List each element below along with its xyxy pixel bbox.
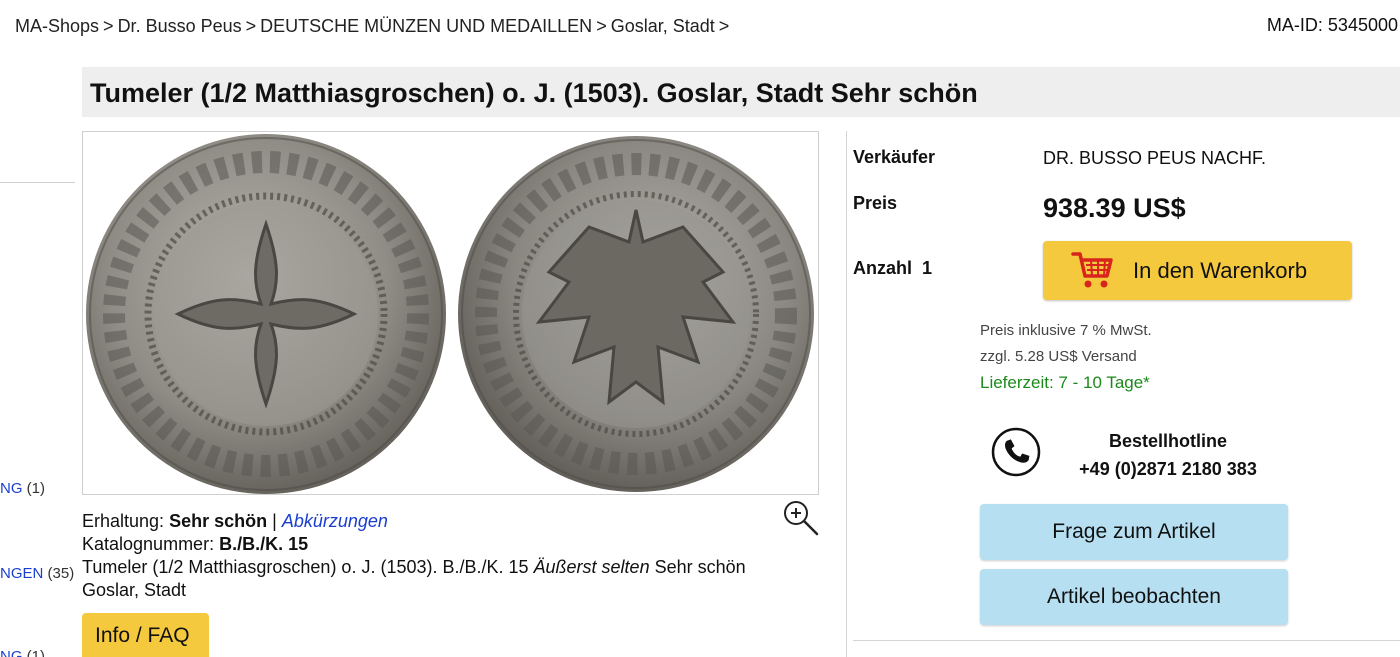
description-line2: Goslar, Stadt (82, 580, 187, 600)
sidebar-category-count: (1) (26, 480, 46, 497)
shipping-note: zzgl. 5.28 US$ Versand (980, 348, 1137, 365)
condition-value: Sehr schön (169, 511, 268, 531)
column-divider (846, 131, 847, 657)
phone-icon (991, 427, 1041, 477)
quantity-row: Anzahl 1 (853, 258, 932, 279)
sidebar-category-label[interactable]: NG (0, 648, 23, 657)
price-label: Preis (853, 193, 898, 213)
coin-reverse (458, 136, 814, 492)
order-hotline: Bestellhotline +49 (0)2871 2180 383 (1063, 427, 1273, 483)
delivery-time: Lieferzeit: 7 - 10 Tage* (980, 373, 1150, 392)
sidebar-category-label[interactable]: NGEN (0, 565, 43, 582)
breadcrumb-item-seller[interactable]: Dr. Busso Peus (118, 16, 242, 36)
page-title: Tumeler (1/2 Matthiasgroschen) o. J. (15… (90, 78, 978, 108)
seller-name: DR. BUSSO PEUS NACHF. (1043, 148, 1267, 168)
abbreviations-link[interactable]: Abkürzungen (282, 511, 388, 531)
product-details: Erhaltung: Sehr schön | Abkürzungen Kata… (82, 510, 746, 602)
shopping-cart-icon (1071, 252, 1113, 288)
condition-divider: | (272, 511, 277, 531)
sidebar-category-item[interactable]: NG (1) (0, 480, 45, 497)
description-start: Tumeler (1/2 Matthiasgroschen) o. J. (15… (82, 557, 534, 577)
hotline-number[interactable]: +49 (0)2871 2180 383 (1063, 455, 1273, 483)
price-value: 938.39 US$ (1043, 193, 1186, 223)
seller-label: Verkäufer (853, 147, 936, 167)
sidebar-category-item[interactable]: NG (1) (0, 648, 45, 657)
add-to-cart-button[interactable]: In den Warenkorb (1043, 241, 1352, 300)
tax-note: Preis inklusive 7 % MwSt. (980, 322, 1152, 339)
sidebar-category-count: (1) (26, 648, 46, 657)
catalog-row: Katalognummer: B./B./K. 15 (82, 533, 746, 556)
ask-question-button[interactable]: Frage zum Artikel (980, 504, 1288, 560)
sidebar-category-label[interactable]: NG (0, 480, 23, 497)
description-rarity: Äußerst selten (533, 557, 650, 577)
hotline-title: Bestellhotline (1108, 431, 1228, 451)
description: Tumeler (1/2 Matthiasgroschen) o. J. (15… (82, 556, 746, 579)
sidebar-category-count: (35) (47, 565, 75, 582)
zoom-icon[interactable] (782, 499, 820, 537)
breadcrumb-separator: > (718, 16, 730, 36)
catalog-label: Katalognummer: (82, 534, 215, 554)
catalog-value: B./B./K. 15 (219, 534, 309, 554)
condition-label: Erhaltung: (82, 511, 165, 531)
coin-obverse (86, 134, 446, 494)
info-faq-button[interactable]: Info / FAQ (82, 613, 209, 657)
add-to-cart-label: In den Warenkorb (1133, 258, 1308, 283)
sidebar-divider (0, 182, 75, 183)
product-title-bar: Tumeler (1/2 Matthiasgroschen) o. J. (15… (82, 67, 1400, 117)
breadcrumb: MA-Shops > Dr. Busso Peus > DEUTSCHE MÜNZEN … (15, 16, 733, 37)
breadcrumb-separator: > (103, 16, 114, 36)
description-end: Sehr schön (649, 557, 746, 577)
sidebar-category-item[interactable]: NGEN (35) (0, 565, 74, 582)
quantity-value: 1 (922, 258, 933, 278)
breadcrumb-item-subcategory[interactable]: Goslar, Stadt (611, 16, 715, 36)
product-image[interactable] (82, 131, 819, 495)
breadcrumb-separator: > (596, 16, 607, 36)
watch-item-button[interactable]: Artikel beobachten (980, 569, 1288, 625)
quantity-label: Anzahl (853, 258, 913, 278)
section-divider (853, 640, 1400, 641)
ma-id: MA-ID: 5345000 (1266, 15, 1398, 35)
breadcrumb-item-category[interactable]: DEUTSCHE MÜNZEN UND MEDAILLEN (260, 16, 592, 36)
breadcrumb-item-mashops[interactable]: MA-Shops (15, 16, 99, 36)
condition-row: Erhaltung: Sehr schön | Abkürzungen (82, 510, 746, 533)
breadcrumb-separator: > (245, 16, 257, 36)
